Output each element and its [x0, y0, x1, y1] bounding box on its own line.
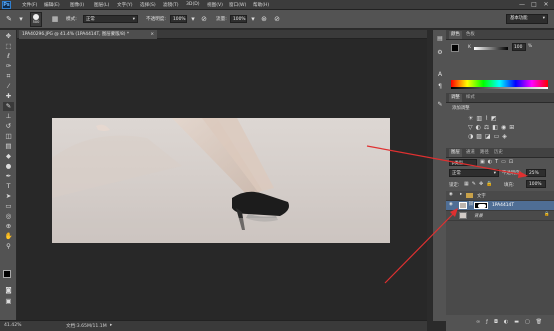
annotation-arrow-opacity: [366, 145, 525, 176]
arrow-head-icon: [518, 171, 528, 178]
annotation-overlay: [366, 145, 528, 284]
annotation-arrow-mask: [384, 211, 456, 284]
